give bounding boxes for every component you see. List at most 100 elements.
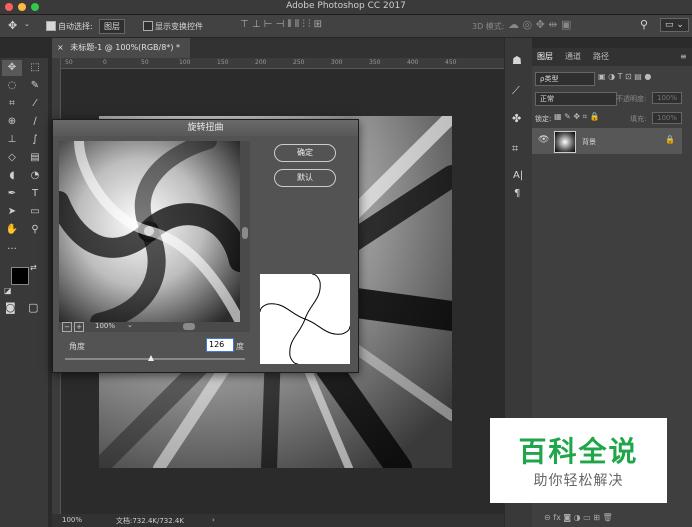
libraries-icon[interactable]: ☗ (512, 54, 522, 67)
filter-type-icons[interactable]: ▣ ◑ T ⊡ ▤ ● (598, 72, 651, 81)
layer-row-background[interactable]: 👁 背景 🔒 (532, 128, 682, 154)
preview-vscrollbar[interactable] (240, 141, 250, 322)
default-colors-icon[interactable]: ◪ (4, 286, 12, 295)
zoom-level: 100% (95, 322, 116, 330)
status-bar: 100% 文档:732.4K/732.4K › (52, 514, 504, 527)
tab-layers[interactable]: 图层 (537, 48, 553, 66)
quick-select-icon[interactable]: ✎ (25, 78, 45, 94)
dialog-title: 旋转扭曲 (53, 120, 358, 136)
ruler-tick: 350 (369, 59, 381, 66)
status-zoom[interactable]: 100% (62, 516, 82, 524)
opacity-label: 不透明度: (616, 95, 647, 103)
tab-paths[interactable]: 路径 (593, 48, 609, 66)
panel-tabs: 图层 通道 路径 ≡ (532, 48, 692, 66)
auto-select-checkbox[interactable] (46, 21, 56, 31)
status-doc-size: 文档:732.4K/732.4K (116, 517, 184, 525)
3d-tool-icons[interactable]: ☁ ◎ ✥ ⇹ ▣ (508, 18, 571, 31)
ruler-tick: 300 (331, 59, 343, 66)
panel-menu-icon[interactable]: ≡ (680, 48, 687, 66)
type-tool-icon[interactable]: T (25, 186, 45, 202)
path-select-icon[interactable]: ➤ (2, 204, 22, 220)
eraser-tool-icon[interactable]: ◇ (2, 150, 22, 166)
preview-image (59, 141, 240, 322)
swap-colors-icon[interactable]: ⇄ (30, 263, 37, 272)
fill-input[interactable]: 100% (652, 112, 683, 124)
gradient-tool-icon[interactable]: ▤ (25, 150, 45, 166)
filter-preview[interactable] (59, 141, 240, 322)
puzzle-icon[interactable]: ✤ (512, 112, 521, 125)
document-tab-strip: × 未标题-1 @ 100%(RGB/8*) * (52, 38, 504, 58)
clone-stamp-icon[interactable]: ⊥ (2, 132, 22, 148)
show-transform-checkbox[interactable] (143, 21, 153, 31)
opacity-input[interactable]: 100% (652, 92, 683, 104)
blur-tool-icon[interactable]: ◖ (2, 168, 22, 184)
document-tab[interactable]: × 未标题-1 @ 100%(RGB/8*) * (52, 38, 190, 58)
zoom-out-icon[interactable]: − (62, 322, 72, 332)
twirl-shape-icon (259, 273, 351, 365)
ruler-tick: 100 (179, 59, 191, 66)
paragraph-icon[interactable]: ¶ (514, 188, 520, 199)
hand-tool-icon[interactable]: ✋ (2, 222, 22, 238)
zoom-dropdown-icon[interactable]: ⌄ (127, 321, 133, 329)
layer-thumbnail (554, 131, 576, 153)
ruler-tick: 0 (103, 59, 107, 66)
history-icon[interactable]: ⟋ (512, 84, 520, 98)
rectangle-tool-icon[interactable]: ▭ (25, 204, 45, 220)
lock-icons[interactable]: ▦ ✎ ✥ ⌗ 🔒 (554, 112, 600, 122)
show-transform-label: 显示变换控件 (155, 22, 203, 31)
healing-brush-icon[interactable]: ⊕ (2, 114, 22, 130)
mode-3d-label: 3D 模式: (472, 22, 505, 31)
zoom-tool-icon[interactable]: ⚲ (25, 222, 45, 238)
hscroll-thumb[interactable] (183, 323, 195, 330)
crop-panel-icon[interactable]: ⌗ (512, 142, 518, 156)
auto-select-dropdown[interactable]: 图层 (99, 19, 125, 34)
default-button[interactable]: 默认 (274, 169, 336, 187)
dodge-tool-icon[interactable]: ◔ (25, 168, 45, 184)
status-arrow-icon[interactable]: › (212, 516, 215, 524)
title-bar: Adobe Photoshop CC 2017 (0, 0, 692, 15)
align-icons[interactable]: ⊤ ⊥ ⊢ ⊣ ⫴ ⫴ ⫶ ⫶ ⊞ (240, 19, 322, 30)
history-brush-icon[interactable]: ∫ (25, 132, 45, 148)
tab-channels[interactable]: 通道 (565, 48, 581, 66)
app-title: Adobe Photoshop CC 2017 (286, 1, 406, 11)
move-tool-icon[interactable]: ✥ (2, 60, 22, 76)
ruler-tick: 250 (293, 59, 305, 66)
ruler-tick: 450 (445, 59, 457, 66)
screen-mode-icon[interactable]: ▢ (28, 301, 38, 314)
zoom-in-icon[interactable]: + (74, 322, 84, 332)
lock-label: 锁定: (535, 115, 552, 123)
ruler-tick: 50 (141, 59, 149, 66)
character-icon[interactable]: A| (513, 170, 523, 181)
lasso-tool-icon[interactable]: ◌ (2, 78, 22, 94)
move-tool-icon[interactable]: ✥ (8, 19, 17, 32)
brush-tool-icon[interactable]: ∕ (25, 114, 45, 130)
angle-slider-thumb[interactable] (148, 355, 155, 361)
ruler-tick: 400 (407, 59, 419, 66)
marquee-tool-icon[interactable]: ⬚ (25, 60, 45, 76)
chevron-down-icon[interactable]: ⌄ (24, 20, 30, 28)
workspace-switcher[interactable]: ▭ ⌄ (660, 18, 689, 32)
quick-mask-icon[interactable]: ◙ (5, 301, 16, 314)
angle-slider[interactable] (65, 355, 245, 361)
vscroll-thumb[interactable] (242, 227, 248, 239)
crop-tool-icon[interactable]: ⌗ (2, 96, 22, 112)
ruler-tick: 50 (65, 59, 73, 66)
eyedropper-icon[interactable]: ⁄ (25, 96, 45, 112)
angle-input[interactable]: 126 (206, 338, 234, 352)
more-tools-icon[interactable]: ··· (2, 242, 22, 258)
foreground-color-swatch[interactable] (11, 267, 29, 285)
eye-visibility-icon[interactable]: 👁 (538, 135, 549, 145)
watermark-subtitle: 助你轻松解决 (533, 473, 624, 489)
panel-bottom-icons[interactable]: ⊝ fx ◙ ◑ ▭ ⊞ 🗑 (544, 513, 613, 522)
close-tab-icon[interactable]: × (57, 43, 64, 52)
layer-filter-input[interactable]: ρ类型 (535, 72, 595, 86)
twirl-dialog: 旋转扭曲 − + 100% ⌄ 确定 默认 角度 126 度 (52, 119, 359, 373)
lock-icon: 🔒 (665, 135, 675, 144)
preview-hscroll-bar: − + 100% ⌄ (59, 321, 250, 332)
angle-unit-label: 度 (236, 342, 244, 351)
blend-mode-dropdown[interactable]: 正常 (535, 92, 617, 106)
search-icon[interactable]: ⚲ (640, 18, 648, 31)
pen-tool-icon[interactable]: ✒ (2, 186, 22, 202)
ok-button[interactable]: 确定 (274, 144, 336, 162)
angle-label: 角度 (69, 342, 85, 351)
